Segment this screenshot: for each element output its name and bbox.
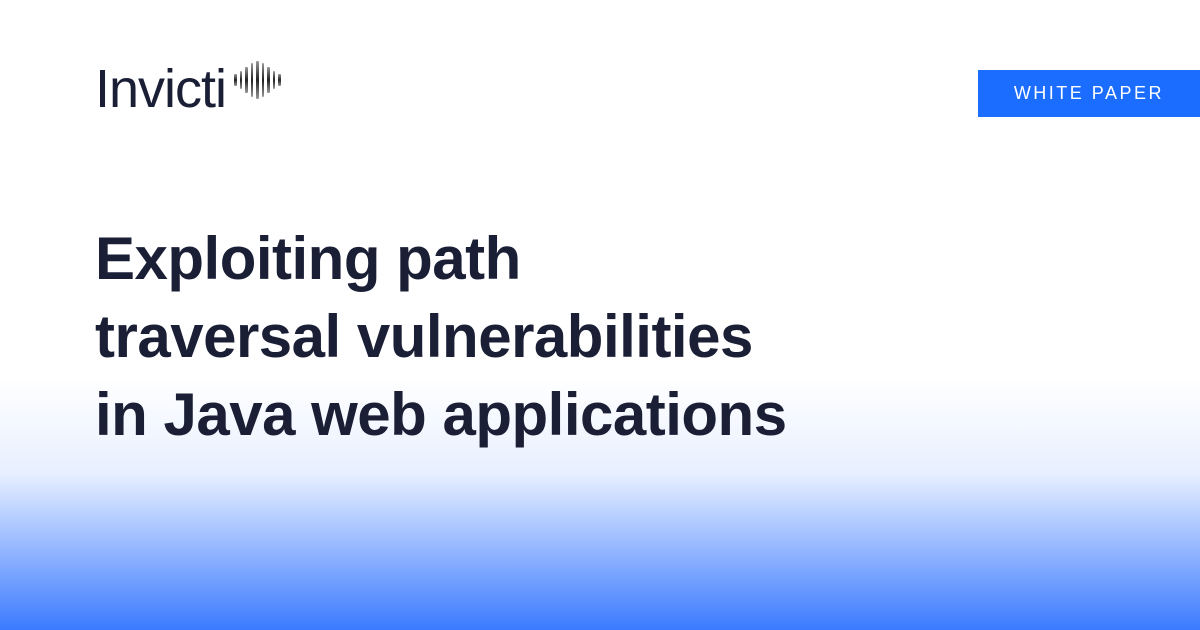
logo-text: Invicti <box>95 58 226 120</box>
sound-wave-icon <box>234 61 281 99</box>
brand-logo: Invicti <box>95 58 281 120</box>
document-title: Exploiting pathtraversal vulnerabilities… <box>95 220 787 454</box>
document-type-badge: WHITE PAPER <box>978 70 1200 117</box>
